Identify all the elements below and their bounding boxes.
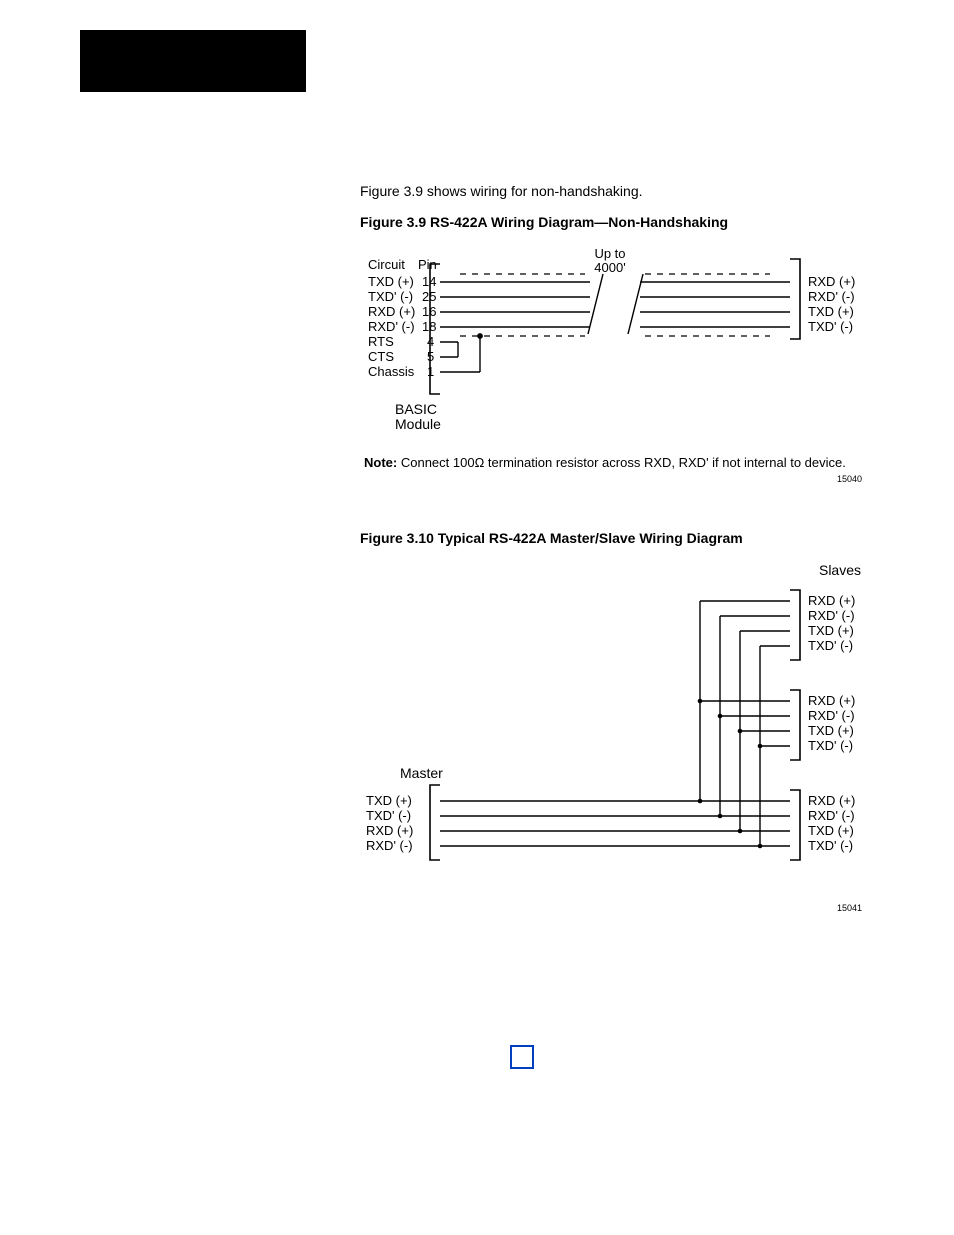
- svg-text:1: 1: [427, 364, 434, 379]
- svg-text:TXD' (-): TXD' (-): [808, 738, 853, 753]
- svg-text:RTS: RTS: [368, 334, 394, 349]
- svg-text:TXD' (-): TXD' (-): [808, 638, 853, 653]
- header-blackbox: [80, 30, 306, 92]
- svg-text:RXD' (-): RXD' (-): [808, 708, 855, 723]
- svg-text:25: 25: [422, 289, 436, 304]
- intro-text: Figure 3.9 shows wiring for non-handshak…: [360, 182, 884, 201]
- svg-text:Slaves: Slaves: [819, 562, 861, 578]
- svg-text:RXD (+): RXD (+): [808, 593, 855, 608]
- svg-text:RXD' (-): RXD' (-): [366, 838, 413, 853]
- svg-text:Master: Master: [400, 765, 443, 781]
- svg-text:Circuit: Circuit: [368, 257, 405, 272]
- svg-text:TXD (+): TXD (+): [808, 823, 854, 838]
- svg-text:RXD' (-): RXD' (-): [808, 289, 855, 304]
- svg-text:Up to: Up to: [594, 246, 625, 261]
- figure-1-note: Note: Connect 100Ω termination resistor …: [364, 454, 874, 472]
- svg-text:Pin: Pin: [418, 257, 437, 272]
- content-column: Figure 3.9 shows wiring for non-handshak…: [360, 182, 884, 915]
- page: Figure 3.9 shows wiring for non-handshak…: [0, 0, 954, 1235]
- svg-text:18: 18: [422, 319, 436, 334]
- svg-text:RXD' (-): RXD' (-): [368, 319, 415, 334]
- svg-text:TXD (+): TXD (+): [366, 793, 412, 808]
- svg-text:4000': 4000': [594, 260, 625, 275]
- svg-text:5: 5: [427, 349, 434, 364]
- svg-text:TXD' (-): TXD' (-): [808, 838, 853, 853]
- svg-text:Module: Module: [395, 416, 441, 432]
- figure-2-caption: Figure 3.10 Typical RS-422A Master/Slave…: [360, 529, 884, 548]
- svg-text:TXD (+): TXD (+): [808, 623, 854, 638]
- svg-text:RXD (+): RXD (+): [808, 693, 855, 708]
- svg-text:RXD (+): RXD (+): [808, 793, 855, 808]
- svg-text:TXD' (-): TXD' (-): [368, 289, 413, 304]
- figure-1-caption: Figure 3.9 RS-422A Wiring Diagram—Non-Ha…: [360, 213, 884, 232]
- svg-text:RXD (+): RXD (+): [366, 823, 413, 838]
- svg-text:BASIC: BASIC: [395, 401, 437, 417]
- svg-text:TXD' (-): TXD' (-): [366, 808, 411, 823]
- figure-1-id: 15040: [360, 473, 862, 485]
- svg-text:TXD (+): TXD (+): [368, 274, 414, 289]
- figure-1: Circuit Pin Up to 4000' TXD (+)14 TXD' (…: [360, 244, 884, 486]
- svg-text:RXD (+): RXD (+): [368, 304, 415, 319]
- svg-text:TXD' (-): TXD' (-): [808, 319, 853, 334]
- svg-text:CTS: CTS: [368, 349, 394, 364]
- svg-text:RXD' (-): RXD' (-): [808, 808, 855, 823]
- svg-text:16: 16: [422, 304, 436, 319]
- svg-text:14: 14: [422, 274, 436, 289]
- svg-text:TXD (+): TXD (+): [808, 723, 854, 738]
- svg-text:TXD (+): TXD (+): [808, 304, 854, 319]
- svg-text:RXD' (-): RXD' (-): [808, 608, 855, 623]
- svg-text:4: 4: [427, 334, 434, 349]
- figure-2: Slaves RXD (+) RXD' (-) TXD (+) TXD' (-)…: [360, 560, 884, 914]
- figure-2-id: 15041: [360, 902, 862, 914]
- page-marker-square: [510, 1045, 534, 1069]
- svg-text:Chassis: Chassis: [368, 364, 415, 379]
- svg-text:RXD (+): RXD (+): [808, 274, 855, 289]
